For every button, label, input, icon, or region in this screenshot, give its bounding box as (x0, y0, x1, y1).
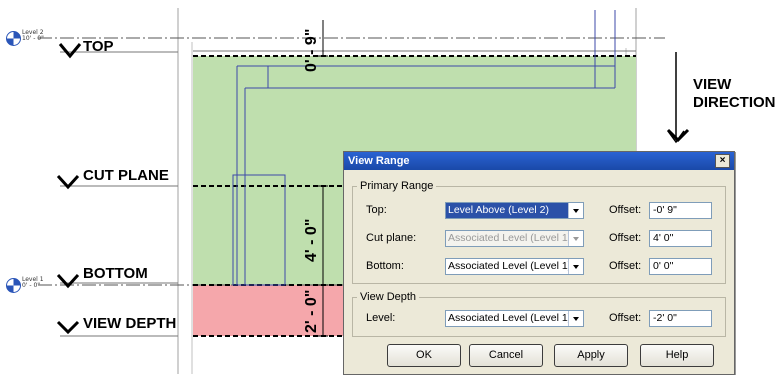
level1-tag: Level 1 0' - 0" (22, 277, 44, 289)
top-level-select[interactable]: Level Above (Level 2) (445, 202, 584, 219)
ok-button[interactable]: OK (387, 344, 461, 367)
view-direction-line1: VIEW (693, 76, 732, 93)
view-depth-legend: View Depth (357, 291, 420, 303)
cut-plane-offset-label: Offset: (609, 232, 642, 244)
view-depth-level-select[interactable]: Associated Level (Level 1) (445, 310, 584, 327)
top-offset-field[interactable]: -0' 9" (649, 202, 712, 219)
bottom-callout: BOTTOM (83, 265, 148, 282)
bottom-label: Bottom: (366, 260, 404, 272)
cut-plane-level-value: Associated Level (Level 1) (448, 232, 572, 244)
level2-elevation: 10' - 0" (22, 35, 44, 42)
bottom-offset-label: Offset: (609, 260, 642, 272)
top-offset-label: Offset: (609, 204, 642, 216)
cut-height-dimension: 4' - 0" (303, 218, 320, 262)
top-offset-dimension: 0' - 9" (303, 28, 320, 72)
cut-plane-offset-field[interactable]: 4' 0" (649, 230, 712, 247)
view-direction-arrow-icon (667, 52, 685, 144)
level2-tag: Level 2 10' - 0" (22, 30, 44, 42)
view-direction-callout: VIEW DIRECTION (693, 76, 776, 112)
depth-check-icon (56, 320, 80, 335)
view-depth-offset-field[interactable]: -2' 0" (649, 310, 712, 327)
top-level-value: Level Above (Level 2) (446, 203, 568, 218)
view-depth-level-value: Associated Level (Level 1) (448, 312, 572, 324)
bottom-level-value: Associated Level (Level 1) (448, 260, 572, 272)
chevron-down-icon (568, 231, 583, 246)
lower-check-icon (666, 128, 690, 143)
cancel-button[interactable]: Cancel (469, 344, 543, 367)
apply-button[interactable]: Apply (554, 344, 628, 367)
help-button[interactable]: Help (640, 344, 714, 367)
dialog-title: View Range (348, 155, 410, 167)
close-icon[interactable]: × (715, 154, 730, 168)
view-depth-level-label: Level: (366, 312, 396, 324)
top-check-icon (58, 43, 82, 59)
cut-plane-level-select: Associated Level (Level 1) (445, 230, 584, 247)
cut-plane-callout: CUT PLANE (83, 167, 169, 184)
depth-dimension: 2' - 0" (303, 289, 320, 333)
bottom-offset-field[interactable]: 0' 0" (649, 258, 712, 275)
chevron-down-icon[interactable] (568, 259, 583, 274)
dialog-titlebar[interactable]: View Range × (344, 152, 734, 170)
top-label: Top: (366, 204, 387, 216)
level1-head-icon (6, 278, 21, 293)
top-callout: TOP (83, 38, 114, 55)
level2-head-icon (6, 31, 21, 46)
primary-range-legend: Primary Range (357, 180, 437, 192)
cut-check-icon (56, 174, 80, 190)
bottom-level-select[interactable]: Associated Level (Level 1) (445, 258, 584, 275)
cut-plane-label: Cut plane: (366, 232, 417, 244)
view-depth-callout: VIEW DEPTH (83, 315, 177, 332)
chevron-down-icon[interactable] (568, 311, 583, 326)
view-range-dialog: View Range × Primary Range Top: Level Ab… (343, 151, 735, 375)
view-depth-offset-label: Offset: (609, 312, 642, 324)
view-direction-line2: DIRECTION (693, 94, 776, 111)
level1-elevation: 0' - 0" (22, 282, 41, 289)
chevron-down-icon[interactable] (568, 203, 583, 218)
bottom-check-icon (56, 273, 80, 289)
